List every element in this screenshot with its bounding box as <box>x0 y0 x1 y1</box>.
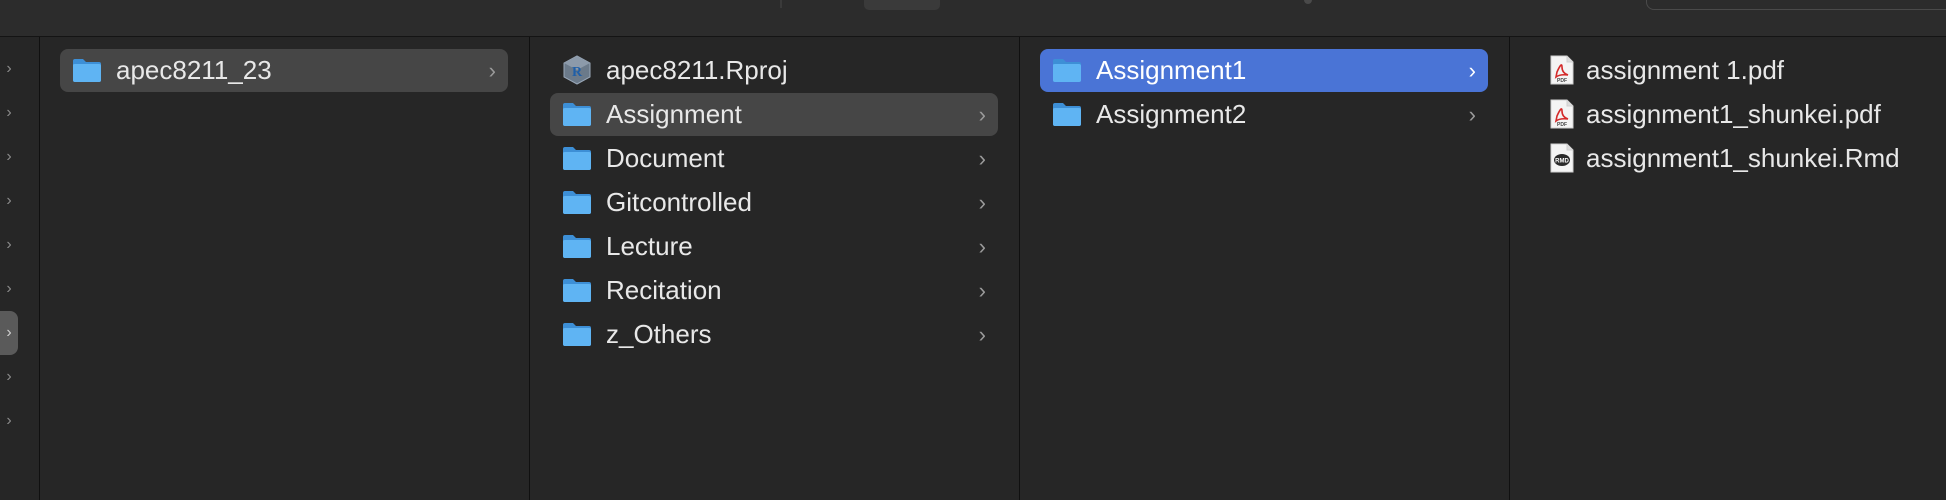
item-label: Lecture <box>606 231 693 261</box>
chevron-right-icon[interactable]: › <box>0 267 18 311</box>
toolbar-action[interactable] <box>1304 0 1312 4</box>
folder-row[interactable]: Recitation › <box>550 269 998 312</box>
svg-text:PDF: PDF <box>1557 78 1567 84</box>
search-field[interactable] <box>1646 0 1946 10</box>
chevron-right-icon: › <box>978 278 986 303</box>
folder-row[interactable]: Gitcontrolled › <box>550 181 998 224</box>
folder-icon <box>562 321 592 347</box>
file-row[interactable]: Rapec8211.Rproj <box>550 49 998 92</box>
chevron-right-icon: › <box>978 190 986 215</box>
folder-icon <box>562 145 592 171</box>
folder-icon <box>1052 57 1082 83</box>
chevron-right-icon[interactable]: › <box>0 135 18 179</box>
collapsed-column: › › › › › › › › › <box>0 37 40 500</box>
item-label: assignment1_shunkei.pdf <box>1586 99 1881 129</box>
item-label: Assignment1 <box>1096 55 1247 85</box>
pdf-icon: PDF <box>1550 55 1574 85</box>
chevron-right-icon: › <box>978 234 986 259</box>
toolbar-separator <box>780 0 782 8</box>
file-row[interactable]: PDF assignment 1.pdf <box>1530 49 1946 92</box>
chevron-right-icon[interactable]: › <box>0 47 18 91</box>
folder-icon <box>562 101 592 127</box>
view-mode-control[interactable] <box>864 0 940 10</box>
folder-row[interactable]: Assignment › <box>550 93 998 136</box>
column-3: Assignment1 › Assignment2 › <box>1020 37 1510 500</box>
item-label: Recitation <box>606 275 722 305</box>
svg-text:R: R <box>572 65 583 80</box>
chevron-right-icon: › <box>978 146 986 171</box>
item-label: apec8211_23 <box>116 55 272 85</box>
item-label: Assignment <box>606 99 742 129</box>
folder-icon <box>1052 101 1082 127</box>
chevron-right-icon[interactable]: › <box>0 355 18 399</box>
r-project-icon: R <box>562 55 592 85</box>
item-label: Assignment2 <box>1096 99 1247 129</box>
chevron-right-icon: › <box>978 322 986 347</box>
folder-icon <box>72 57 102 83</box>
folder-icon <box>562 277 592 303</box>
svg-text:PDF: PDF <box>1557 122 1567 128</box>
chevron-right-icon[interactable]: › <box>0 91 18 135</box>
folder-row[interactable]: Assignment1 › <box>1040 49 1488 92</box>
folder-row[interactable]: Assignment2 › <box>1040 93 1488 136</box>
folder-row[interactable]: z_Others › <box>550 313 998 356</box>
rmarkdown-icon: RMD <box>1550 143 1574 173</box>
item-label: Gitcontrolled <box>606 187 752 217</box>
column-1: apec8211_23 › <box>40 37 530 500</box>
column-2: Rapec8211.Rproj Assignment › Document › Gitco… <box>530 37 1020 500</box>
chevron-right-icon: › <box>488 58 496 83</box>
chevron-right-icon: › <box>978 102 986 127</box>
pdf-icon: PDF <box>1550 99 1574 129</box>
chevron-right-icon[interactable]: › <box>0 311 18 355</box>
folder-icon <box>562 189 592 215</box>
file-row[interactable]: PDF assignment1_shunkei.pdf <box>1530 93 1946 136</box>
folder-row[interactable]: Lecture › <box>550 225 998 268</box>
item-label: z_Others <box>606 319 712 349</box>
column-4: PDF assignment 1.pdf PDF assignment1_shunke… <box>1510 37 1946 500</box>
item-label: Document <box>606 143 725 173</box>
folder-row[interactable]: Document › <box>550 137 998 180</box>
file-row[interactable]: RMD assignment1_shunkei.Rmd <box>1530 137 1946 180</box>
item-label: assignment1_shunkei.Rmd <box>1586 143 1900 173</box>
folder-row[interactable]: apec8211_23 › <box>60 49 508 92</box>
window-toolbar <box>0 0 1946 37</box>
svg-text:RMD: RMD <box>1555 159 1569 165</box>
chevron-right-icon: › <box>1468 102 1476 127</box>
chevron-right-icon[interactable]: › <box>0 223 18 267</box>
column-browser: › › › › › › › › › apec8211_23 › Rapec8211… <box>0 37 1946 500</box>
item-label: apec8211.Rproj <box>606 55 788 85</box>
folder-icon <box>562 233 592 259</box>
chevron-right-icon: › <box>1468 58 1476 83</box>
chevron-right-icon[interactable]: › <box>0 179 18 223</box>
chevron-right-icon[interactable]: › <box>0 399 18 443</box>
item-label: assignment 1.pdf <box>1586 55 1785 85</box>
